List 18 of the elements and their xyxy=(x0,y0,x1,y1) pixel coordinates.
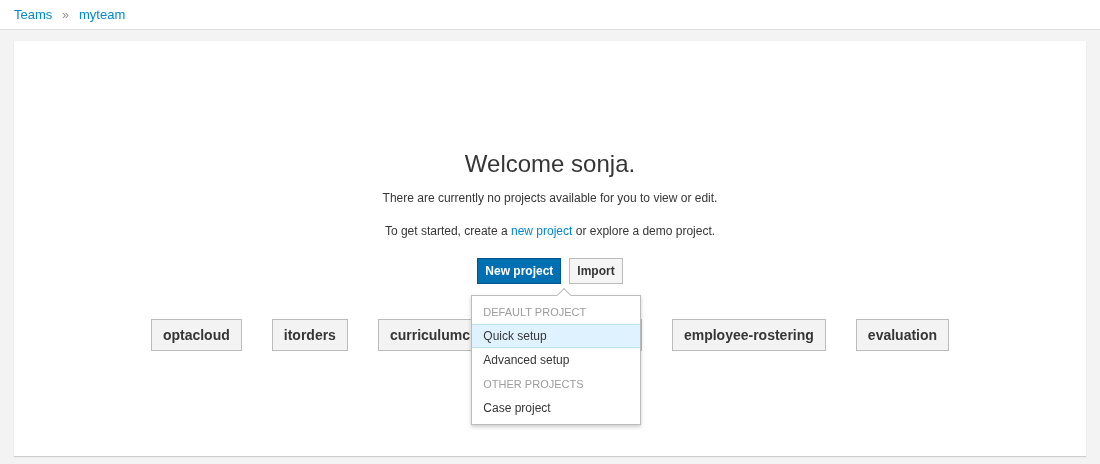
breadcrumb-separator: » xyxy=(62,6,69,24)
demo-project-button[interactable]: optacloud xyxy=(150,319,242,351)
menu-item[interactable]: Case project xyxy=(472,396,641,420)
demo-project-button[interactable]: employee-rostering xyxy=(671,319,826,351)
demo-project-button[interactable]: evaluation xyxy=(855,319,950,351)
menu-header: OTHER PROJECTS xyxy=(482,376,585,392)
empty-message: There are currently no projects available for you to view or edit. xyxy=(382,190,718,207)
new-project-link[interactable]: new project xyxy=(511,224,573,238)
new-project-button[interactable]: New project xyxy=(477,258,562,284)
breadcrumb-link[interactable]: myteam xyxy=(79,4,126,25)
menu-header: DEFAULT PROJECT xyxy=(482,304,588,320)
menu-item[interactable]: Quick setup xyxy=(472,324,641,348)
demo-project-button[interactable]: itorders xyxy=(271,319,348,351)
welcome-title: Welcome sonja. xyxy=(464,149,636,179)
menu-item[interactable]: Advanced setup xyxy=(472,348,641,372)
import-button[interactable]: Import xyxy=(569,258,623,284)
breadcrumb-link[interactable]: Teams xyxy=(14,4,53,25)
hint-text: To get started, create a new project or explore a demo project. xyxy=(384,223,716,240)
